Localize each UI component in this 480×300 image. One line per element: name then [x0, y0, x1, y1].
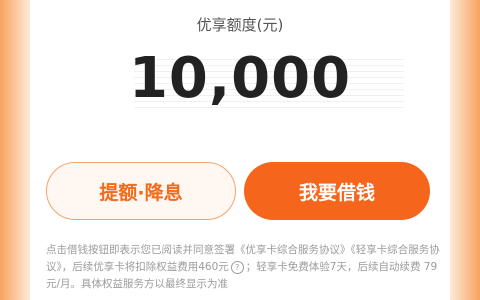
youxiang-agreement-link[interactable]: 《优享卡综合服务协议》: [235, 244, 351, 256]
question-circle-icon[interactable]: ?: [230, 260, 244, 274]
agreement-notice: 点击借钱按钮即表示您已阅读并同意签署《优享卡综合服务协议》《轻享卡综合服务协议》…: [46, 242, 446, 293]
notice-text-2: ，后续优享卡将扣除权益费用460元: [61, 261, 229, 273]
raise-limit-lower-rate-button[interactable]: 提额·降息: [46, 162, 236, 220]
loan-card: 优享额度(元) 10,000 提额·降息 我要借钱 点击借钱按钮即表示您已阅读并…: [30, 0, 450, 300]
borrow-money-button[interactable]: 我要借钱: [244, 162, 430, 220]
credit-amount: 10,000: [128, 46, 352, 111]
credit-limit-title: 优享额度(元): [196, 16, 284, 34]
notice-text-1: 点击借钱按钮即表示您已阅读并同意签署: [46, 244, 235, 256]
